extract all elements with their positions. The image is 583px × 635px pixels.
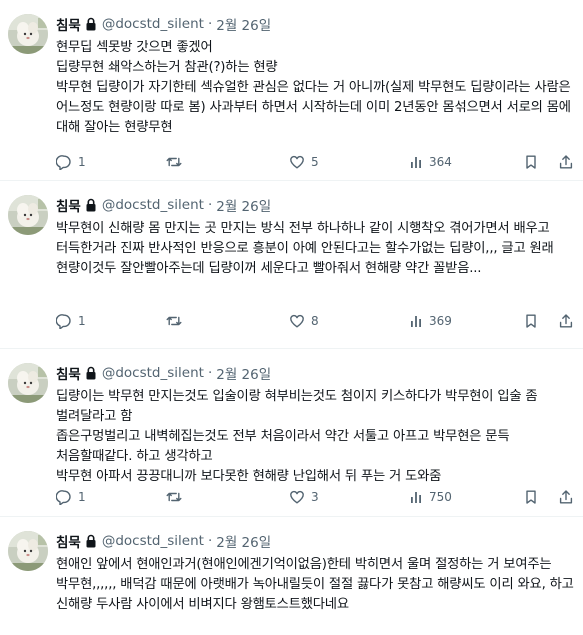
tweet-text: 현무딥 섹못방 갓으면 좋겠어 딥량무현 쇄악스하는거 참관(?)하는 현량 박… [56,40,571,135]
avatar[interactable] [8,531,48,571]
views-icon [411,157,421,168]
share-button[interactable] [558,152,574,172]
author-name[interactable]: 침묵 [56,531,81,551]
share-button[interactable] [558,311,574,331]
tweet-date[interactable]: 2월 26일 [216,195,271,215]
retweet-button[interactable] [166,152,188,172]
like-count: 8 [311,314,319,328]
like-count: 3 [311,490,319,504]
reply-count: 1 [78,490,86,504]
tweet-actions: 1 8 369 [56,311,576,331]
tweet-header: 침묵 @docstd_silent · 2월 26일 [56,195,271,215]
views-button[interactable]: 364 [409,152,452,172]
share-icon [559,490,573,504]
reply-icon [56,155,71,170]
view-count: 369 [429,314,452,328]
heart-icon [290,314,304,328]
reply-count: 1 [78,155,86,169]
share-icon [559,314,573,328]
tweet-date[interactable]: 2월 26일 [216,363,271,383]
like-button[interactable]: 5 [289,152,319,172]
tweet[interactable]: 침묵 @docstd_silent · 2월 26일 현애인 앞에서 현애인과거… [0,517,583,635]
tweet-date[interactable]: 2월 26일 [216,14,271,34]
tweet-feed: 침묵 @docstd_silent · 2월 26일 현무딥 섹못방 갓으면 좋… [0,0,583,635]
retweet-icon [166,157,182,167]
like-button[interactable]: 8 [289,311,319,331]
separator: · [207,365,213,381]
like-count: 5 [311,155,319,169]
bookmark-button[interactable] [523,487,539,507]
retweet-button[interactable] [166,487,188,507]
separator: · [207,197,213,213]
lock-icon [85,17,97,32]
reply-count: 1 [78,314,86,328]
tweet-text: 딥량이는 박무현 만지는것도 입술이랑 혀부비는것도 첨이지 키스하다가 박무현… [56,389,538,484]
tweet-text: 박무현이 신해량 몸 만지는 곳 만지는 방식 전부 하나하나 같이 시행착오 … [56,221,558,276]
views-icon [411,492,421,503]
bookmark-button[interactable] [523,152,539,172]
tweet-header: 침묵 @docstd_silent · 2월 26일 [56,363,271,383]
view-count: 750 [429,490,452,504]
bookmark-icon [526,155,536,169]
lock-icon [85,534,97,549]
author-handle[interactable]: @docstd_silent [102,16,204,32]
author-handle[interactable]: @docstd_silent [102,197,204,213]
reply-icon [56,314,71,329]
author-handle[interactable]: @docstd_silent [102,533,204,549]
bookmark-icon [526,490,536,504]
tweet-header: 침묵 @docstd_silent · 2월 26일 [56,14,271,34]
bookmark-button[interactable] [523,311,539,331]
share-icon [559,155,573,169]
avatar[interactable] [8,14,48,54]
author-name[interactable]: 침묵 [56,14,81,34]
tweet[interactable]: 침묵 @docstd_silent · 2월 26일 딥량이는 박무현 만지는것… [0,349,583,517]
tweet-header: 침묵 @docstd_silent · 2월 26일 [56,531,271,551]
avatar[interactable] [8,195,48,235]
views-button[interactable]: 369 [409,311,452,331]
lock-icon [85,198,97,213]
retweet-icon [166,316,182,326]
lock-icon [85,366,97,381]
tweet[interactable]: 침묵 @docstd_silent · 2월 26일 박무현이 신해량 몸 만지… [0,181,583,349]
avatar[interactable] [8,363,48,403]
heart-icon [290,490,304,504]
tweet-date[interactable]: 2월 26일 [216,531,271,551]
author-handle[interactable]: @docstd_silent [102,365,204,381]
heart-icon [290,155,304,169]
tweet-actions: 1 3 750 [56,487,576,507]
retweet-icon [166,492,182,502]
separator: · [207,533,213,549]
view-count: 364 [429,155,452,169]
author-name[interactable]: 침묵 [56,363,81,383]
retweet-button[interactable] [166,311,188,331]
like-button[interactable]: 3 [289,487,319,507]
tweet-text: 현애인 앞에서 현애인과거(현애인에겐기억이없음)한테 박히면서 울며 절정하는… [56,557,578,612]
bookmark-icon [526,314,536,328]
reply-icon [56,490,71,505]
reply-button[interactable]: 1 [56,152,86,172]
reply-button[interactable]: 1 [56,311,86,331]
separator: · [207,16,213,32]
author-name[interactable]: 침묵 [56,195,81,215]
tweet-actions: 1 5 364 [56,152,576,172]
share-button[interactable] [558,487,574,507]
reply-button[interactable]: 1 [56,487,86,507]
tweet[interactable]: 침묵 @docstd_silent · 2월 26일 현무딥 섹못방 갓으면 좋… [0,0,583,181]
views-button[interactable]: 750 [409,487,452,507]
views-icon [411,316,421,327]
